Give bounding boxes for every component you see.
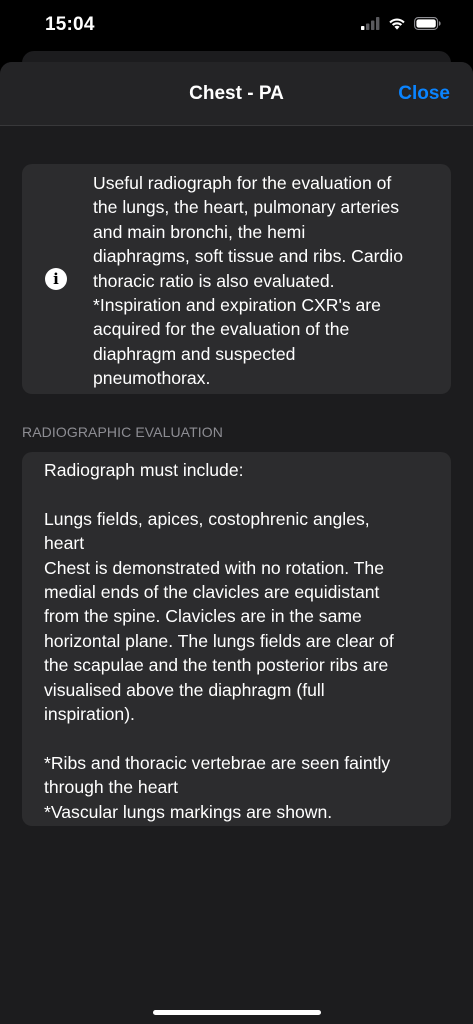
info-icon: i <box>45 268 67 290</box>
cellular-signal-icon <box>361 17 380 35</box>
evaluation-text: Radiograph must include: Lungs fields, a… <box>44 460 394 822</box>
home-indicator[interactable] <box>153 1010 321 1015</box>
status-icons <box>361 17 441 35</box>
modal-sheet: Chest - PA Close i Useful radiograph for… <box>0 62 473 1024</box>
close-button[interactable]: Close <box>398 83 450 105</box>
status-time: 15:04 <box>45 14 95 35</box>
info-card: i Useful radiograph for the evaluation o… <box>22 164 451 394</box>
section-header-radiographic-evaluation: RADIOGRAPHIC EVALUATION <box>22 424 223 440</box>
navigation-bar: Chest - PA Close <box>0 62 473 126</box>
battery-icon <box>414 17 441 35</box>
status-bar: 15:04 <box>0 0 473 52</box>
evaluation-card: Radiograph must include: Lungs fields, a… <box>22 452 451 826</box>
wifi-icon <box>388 17 406 35</box>
info-description: Useful radiograph for the evaluation of … <box>93 173 403 389</box>
